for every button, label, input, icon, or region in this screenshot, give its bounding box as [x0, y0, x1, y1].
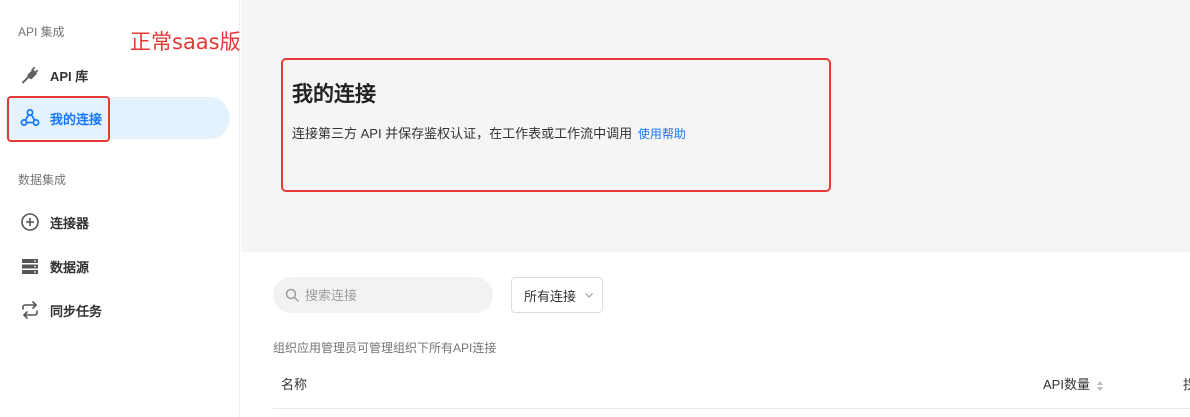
sidebar-item-label: 数据源	[50, 259, 90, 275]
sidebar-item-connectors[interactable]: 连接器	[6, 201, 230, 243]
column-header-name: 名称	[281, 377, 308, 392]
connection-filter-select[interactable]: 所有连接	[511, 277, 603, 313]
sidebar-item-data-sources[interactable]: 数据源	[6, 245, 230, 287]
plus-circle-icon	[19, 211, 41, 233]
main-content: 我的连接 连接第三方 API 并保存鉴权认证，在工作表或工作流中调用 使用帮助 …	[241, 0, 1190, 417]
chevron-down-icon	[584, 290, 594, 300]
column-header-label: API数量	[1043, 377, 1090, 392]
search-box[interactable]	[273, 277, 493, 313]
admin-hint-text: 组织应用管理员可管理组织下所有API连接	[273, 341, 497, 355]
description-text: 连接第三方 API 并保存鉴权认证，在工作表或工作流中调用	[292, 126, 633, 141]
page-description: 连接第三方 API 并保存鉴权认证，在工作表或工作流中调用 使用帮助	[292, 123, 686, 142]
sidebar: API 集成 API 库 我的连接 数据集成 连接器 数据源 同步任务	[0, 0, 240, 417]
sidebar-item-sync-tasks[interactable]: 同步任务	[6, 289, 230, 331]
section-title-data: 数据集成	[18, 173, 67, 187]
sidebar-item-label: 连接器	[50, 215, 90, 231]
help-link[interactable]: 使用帮助	[638, 127, 686, 141]
header-banner: 我的连接 连接第三方 API 并保存鉴权认证，在工作表或工作流中调用 使用帮助	[241, 0, 1190, 252]
sidebar-item-label: 同步任务	[50, 303, 103, 319]
server-icon	[19, 255, 41, 277]
annotation-label: 正常saas版	[130, 30, 241, 54]
table-divider	[273, 408, 1190, 409]
column-header-api-count[interactable]: API数量	[1043, 374, 1104, 393]
annotation-highlight-box	[7, 96, 110, 142]
sidebar-item-api-library[interactable]: API 库	[6, 54, 230, 96]
sort-icon	[1096, 380, 1104, 392]
sync-icon	[19, 299, 41, 321]
section-title-api: API 集成	[18, 25, 65, 39]
filter-selected-value: 所有连接	[524, 288, 577, 304]
plug-icon	[19, 64, 41, 86]
search-icon	[285, 288, 299, 302]
column-header-truncated: 拐	[1183, 377, 1190, 392]
page-title: 我的连接	[292, 83, 376, 106]
search-input[interactable]	[305, 287, 475, 303]
sidebar-item-label: API 库	[50, 68, 89, 84]
